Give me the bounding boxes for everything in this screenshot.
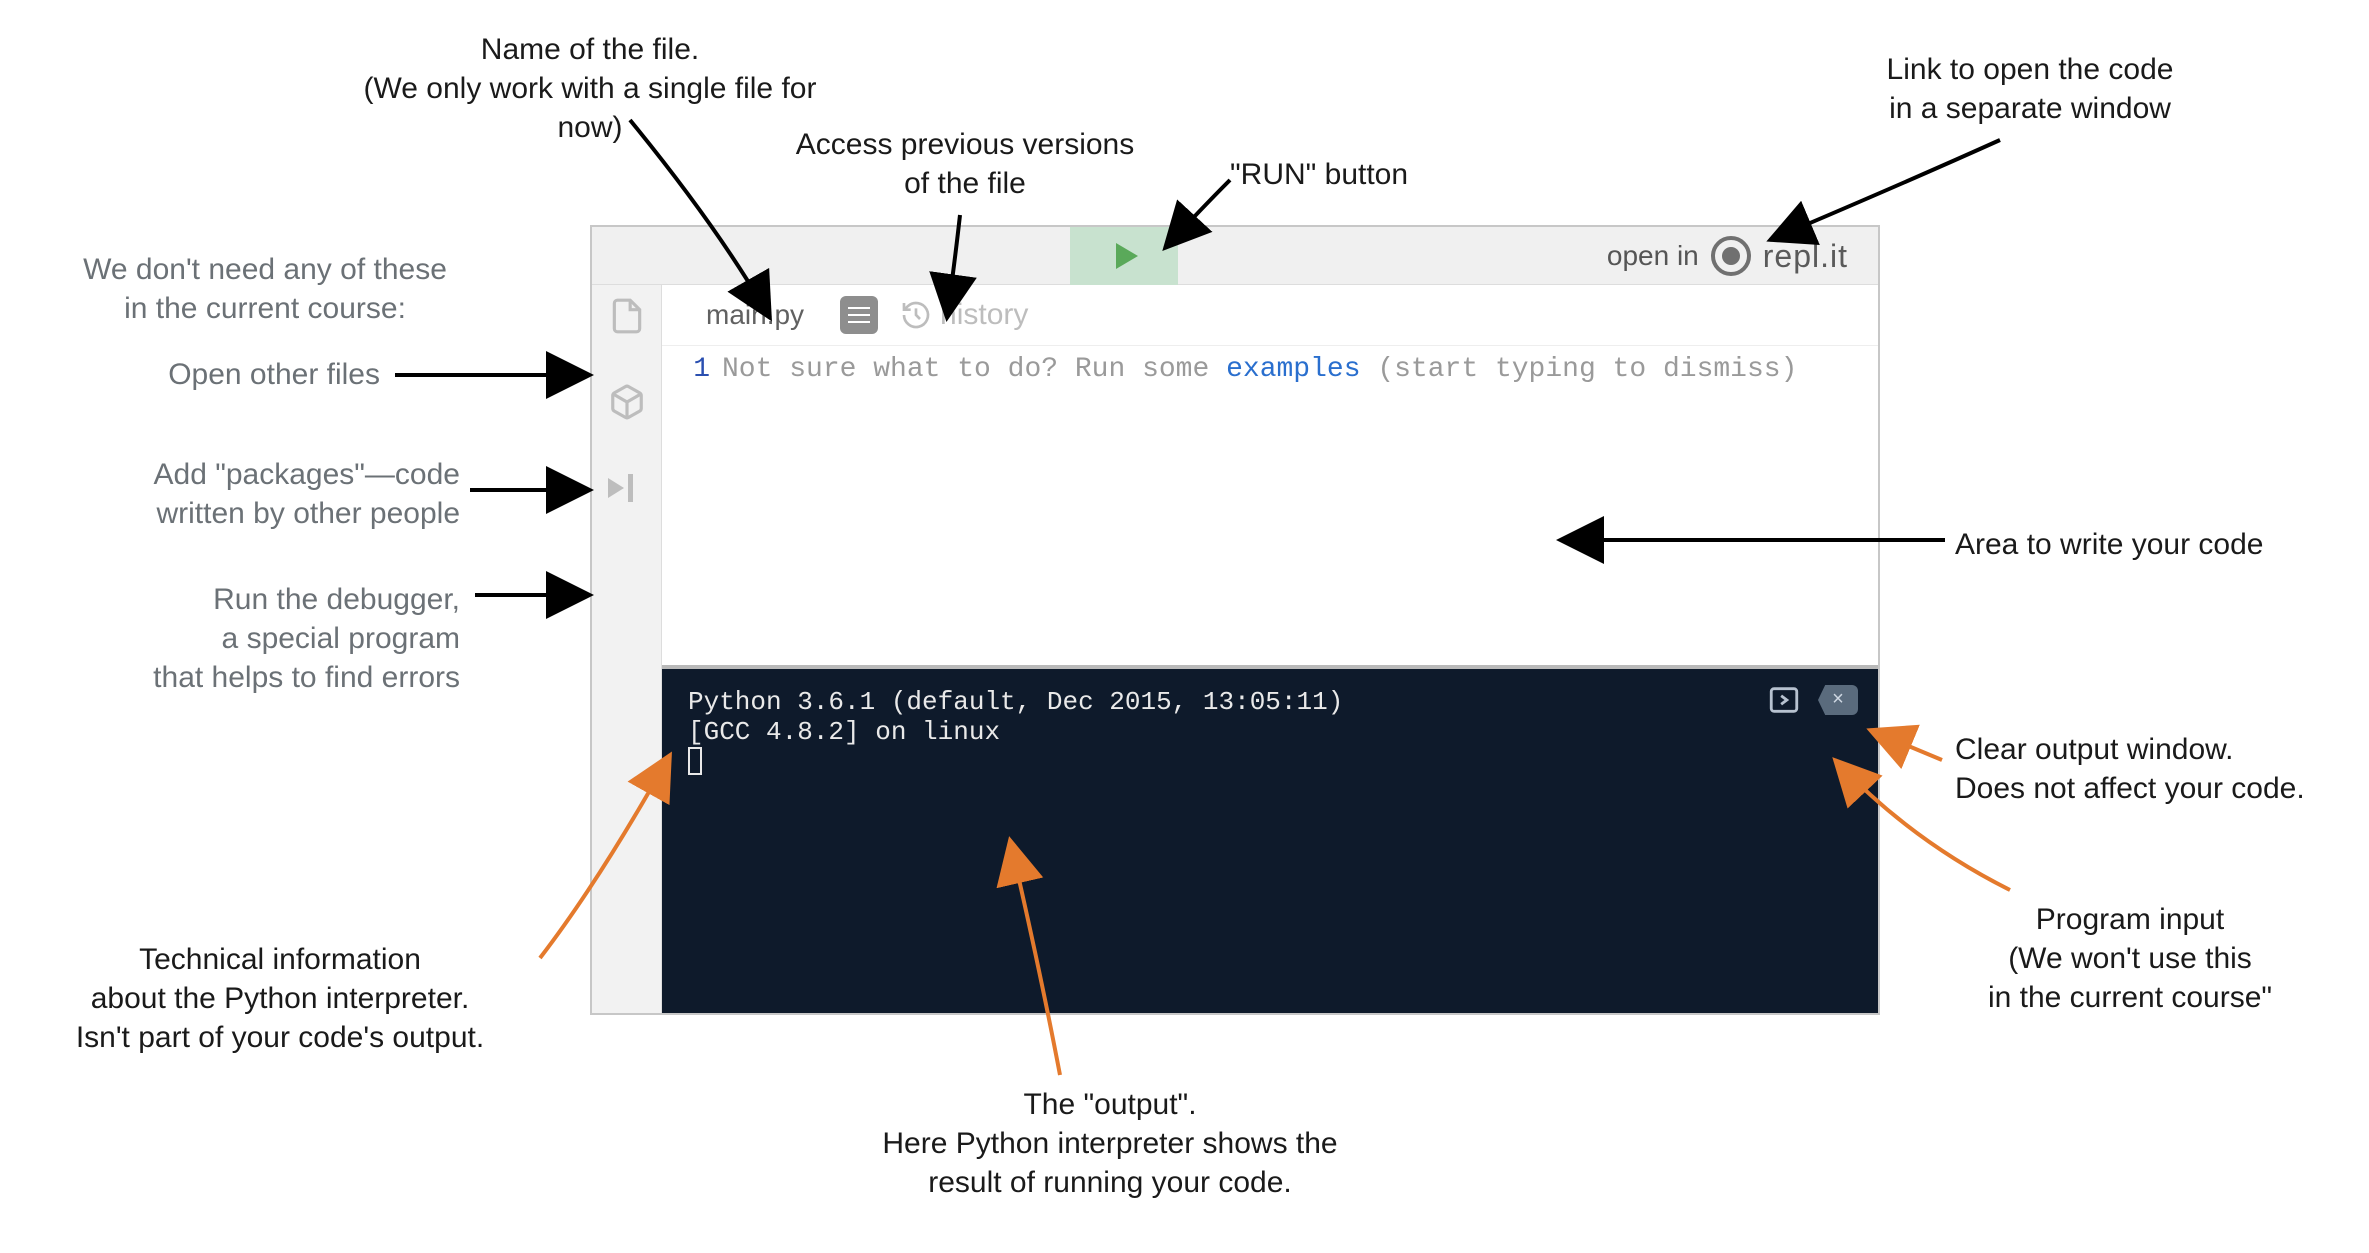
- console-line-2: [GCC 4.8.2] on linux: [688, 717, 1000, 747]
- code-editor[interactable]: 1 Not sure what to do? Run some examples…: [662, 345, 1878, 665]
- placeholder-pre: Not sure what to do? Run some: [722, 354, 1226, 385]
- annotation-tech-info: Technical informationabout the Python in…: [30, 940, 530, 1057]
- line-number: 1: [674, 354, 710, 385]
- examples-link[interactable]: examples: [1226, 354, 1360, 385]
- annotation-run-button: "RUN" button: [1230, 155, 1408, 194]
- annotation-packages: Add "packages"—codewritten by other peop…: [20, 455, 460, 533]
- run-button[interactable]: [1070, 227, 1178, 285]
- open-in-replit-link[interactable]: open in repl.it: [1607, 227, 1848, 285]
- program-input-icon[interactable]: [1764, 683, 1804, 717]
- history-button[interactable]: history: [900, 298, 1028, 332]
- annotation-code-area: Area to write your code: [1955, 525, 2263, 564]
- annotation-sidebar-intro: We don't need any of thesein the current…: [30, 250, 500, 328]
- annotation-open-files: Open other files: [30, 355, 380, 394]
- main-pane: main.py history 1 Not sure what to do? R…: [662, 285, 1878, 1013]
- files-icon[interactable]: [608, 297, 646, 335]
- sidebar: [592, 285, 662, 1013]
- annotation-history: Access previous versionsof the file: [755, 125, 1175, 203]
- history-icon: [900, 299, 932, 331]
- play-icon: [1116, 243, 1138, 269]
- output-console[interactable]: Python 3.6.1 (default, Dec 2015, 13:05:1…: [662, 665, 1878, 1013]
- annotation-debugger: Run the debugger,a special programthat h…: [20, 580, 460, 697]
- backspace-icon: ×: [1818, 685, 1858, 715]
- editor-placeholder: Not sure what to do? Run some examples (…: [722, 346, 1797, 665]
- tab-bar: main.py history: [662, 285, 1878, 345]
- ide-window: open in repl.it main.py history: [590, 225, 1880, 1015]
- console-tools: ×: [1764, 683, 1858, 717]
- line-gutter: 1: [662, 346, 722, 665]
- annotation-output: The "output".Here Python interpreter sho…: [835, 1085, 1385, 1202]
- file-tab[interactable]: main.py: [692, 293, 818, 337]
- placeholder-post: (start typing to dismiss): [1361, 354, 1798, 385]
- debugger-icon[interactable]: [608, 469, 646, 507]
- annotation-program-input: Program input(We won't use thisin the cu…: [1930, 900, 2330, 1017]
- replit-brand-label: repl.it: [1763, 238, 1848, 275]
- clear-output-button[interactable]: ×: [1818, 683, 1858, 717]
- open-in-label: open in: [1607, 240, 1699, 272]
- history-label: history: [940, 298, 1028, 332]
- console-line-1: Python 3.6.1 (default, Dec 2015, 13:05:1…: [688, 687, 1343, 717]
- replit-logo-icon: [1711, 236, 1751, 276]
- menu-icon[interactable]: [840, 296, 878, 334]
- top-bar: open in repl.it: [592, 227, 1878, 285]
- annotation-clear-output: Clear output window.Does not affect your…: [1955, 730, 2369, 808]
- packages-icon[interactable]: [608, 383, 646, 421]
- work-area: main.py history 1 Not sure what to do? R…: [592, 285, 1878, 1013]
- console-cursor: [688, 747, 702, 775]
- annotation-open-link: Link to open the codein a separate windo…: [1830, 50, 2230, 128]
